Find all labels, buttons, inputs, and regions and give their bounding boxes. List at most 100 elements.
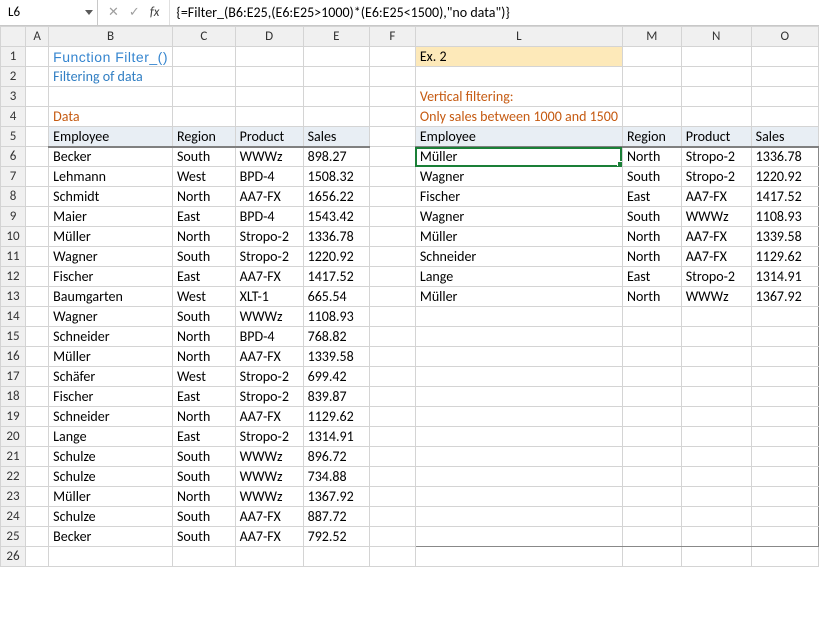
cell[interactable]: Stropo-2 (235, 247, 303, 267)
cell[interactable]: 1336.78 (303, 227, 369, 247)
cell[interactable] (26, 347, 49, 367)
cell[interactable]: Baumgarten (49, 287, 173, 307)
cell[interactable] (369, 387, 415, 407)
cell[interactable] (369, 47, 415, 67)
cell[interactable] (751, 387, 818, 407)
cell[interactable]: 1367.92 (303, 487, 369, 507)
cell[interactable] (751, 87, 818, 107)
cell[interactable]: Stropo-2 (235, 367, 303, 387)
cell[interactable] (622, 487, 681, 507)
cell[interactable] (369, 507, 415, 527)
cell[interactable] (26, 547, 49, 567)
row-header[interactable]: 23 (1, 487, 26, 507)
cell[interactable] (26, 307, 49, 327)
cell[interactable] (369, 407, 415, 427)
row-header[interactable]: 19 (1, 407, 26, 427)
cell[interactable] (26, 87, 49, 107)
cell[interactable] (751, 467, 818, 487)
cell[interactable] (751, 327, 818, 347)
cell[interactable] (26, 507, 49, 527)
cell[interactable]: 1543.42 (303, 207, 369, 227)
cell[interactable] (415, 427, 622, 447)
cell[interactable]: Stropo-2 (235, 427, 303, 447)
cell[interactable] (26, 367, 49, 387)
cell[interactable] (751, 107, 818, 127)
cell[interactable] (369, 87, 415, 107)
cell[interactable]: Schneider (49, 327, 173, 347)
cell[interactable]: 1367.92 (751, 287, 818, 307)
cell[interactable]: North (172, 407, 235, 427)
cell[interactable] (681, 387, 751, 407)
cell[interactable]: Vertical filtering: (415, 87, 622, 107)
cell[interactable]: XLT-1 (235, 287, 303, 307)
cell[interactable]: East (172, 267, 235, 287)
cell[interactable]: BPD-4 (235, 207, 303, 227)
col-header[interactable]: F (369, 27, 415, 47)
cell[interactable] (622, 47, 681, 67)
cell[interactable]: Wagner (49, 247, 173, 267)
cell[interactable] (751, 507, 818, 527)
cell[interactable] (681, 407, 751, 427)
cell[interactable]: 1508.32 (303, 167, 369, 187)
cell[interactable]: Becker (49, 527, 173, 547)
cell[interactable]: Wagner (415, 207, 622, 227)
cell[interactable] (369, 427, 415, 447)
cell[interactable] (369, 207, 415, 227)
cell[interactable]: North (172, 327, 235, 347)
cell[interactable]: 1417.52 (303, 267, 369, 287)
cell[interactable] (622, 347, 681, 367)
cell[interactable]: Schulze (49, 467, 173, 487)
cell[interactable]: North (172, 187, 235, 207)
cell[interactable] (622, 467, 681, 487)
cell[interactable]: AA7-FX (681, 187, 751, 207)
cell[interactable] (26, 287, 49, 307)
cell[interactable] (751, 527, 818, 547)
cell[interactable]: Function Filter_() (49, 47, 173, 67)
cell[interactable]: Schneider (49, 407, 173, 427)
cell[interactable]: 734.88 (303, 467, 369, 487)
cell[interactable]: Fischer (49, 267, 173, 287)
col-header[interactable]: L (415, 27, 622, 47)
row-header[interactable]: 3 (1, 87, 26, 107)
cell[interactable]: Stropo-2 (681, 267, 751, 287)
cell[interactable] (415, 447, 622, 467)
cell[interactable]: East (622, 267, 681, 287)
spreadsheet-grid[interactable]: A B C D E F L M N O 1Function Filter_()E… (0, 26, 819, 622)
cell[interactable] (235, 87, 303, 107)
cell[interactable] (303, 547, 369, 567)
cell[interactable] (303, 87, 369, 107)
cell[interactable]: WWWz (235, 307, 303, 327)
cell[interactable] (369, 107, 415, 127)
cell[interactable] (622, 447, 681, 467)
cell[interactable]: South (172, 467, 235, 487)
cell[interactable] (681, 107, 751, 127)
cell[interactable] (26, 447, 49, 467)
cell[interactable]: 1656.22 (303, 187, 369, 207)
row-header[interactable]: 1 (1, 47, 26, 67)
cell[interactable]: 1314.91 (303, 427, 369, 447)
cell[interactable]: West (172, 367, 235, 387)
row-header[interactable]: 18 (1, 387, 26, 407)
row-header[interactable]: 8 (1, 187, 26, 207)
cell[interactable]: Schulze (49, 507, 173, 527)
row-header[interactable]: 20 (1, 427, 26, 447)
cell[interactable]: West (172, 287, 235, 307)
cell[interactable] (415, 367, 622, 387)
row-header[interactable]: 6 (1, 147, 26, 167)
cell[interactable]: AA7-FX (235, 407, 303, 427)
cell[interactable]: Fischer (49, 387, 173, 407)
cell[interactable]: Maier (49, 207, 173, 227)
cell[interactable] (369, 447, 415, 467)
cell[interactable]: West (172, 167, 235, 187)
cell[interactable] (681, 367, 751, 387)
cell[interactable]: East (622, 187, 681, 207)
cell[interactable]: Only sales between 1000 and 1500 (415, 107, 622, 127)
row-header[interactable]: 17 (1, 367, 26, 387)
selected-cell[interactable]: Müller (415, 147, 622, 167)
cell[interactable] (303, 67, 369, 87)
row-header[interactable]: 2 (1, 67, 26, 87)
cell[interactable]: 792.52 (303, 527, 369, 547)
row-header[interactable]: 10 (1, 227, 26, 247)
cell[interactable]: 898.27 (303, 147, 369, 167)
enter-icon[interactable]: ✓ (129, 5, 140, 20)
